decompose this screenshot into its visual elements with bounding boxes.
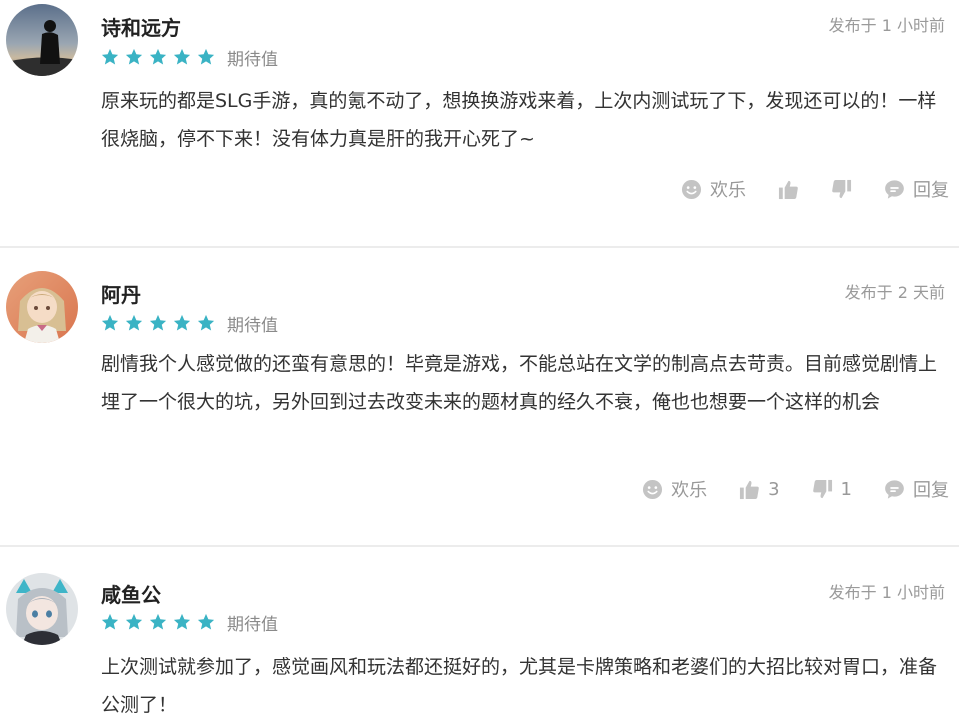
- star-icon: [101, 48, 119, 66]
- star-icon: [125, 314, 143, 332]
- comment-icon: [884, 179, 905, 200]
- star-icon: [197, 48, 215, 66]
- dislike-button[interactable]: 1: [812, 479, 852, 500]
- anime-cat-ear-avatar-icon: [6, 573, 78, 645]
- star-icon: [101, 613, 119, 631]
- star-icon: [149, 48, 167, 66]
- happy-label: 欢乐: [671, 480, 708, 501]
- review-item: 诗和远方 发布于 1 小时前 期待值 原来玩的都是SLG手游，真的氪不动了，想换…: [0, 0, 959, 246]
- thumbs-down-icon: [812, 479, 833, 500]
- star-icon: [197, 613, 215, 631]
- review-text: 剧情我个人感觉做的还蛮有意思的！毕竟是游戏，不能总站在文学的制高点去苛责。目前感…: [101, 353, 938, 413]
- reply-button[interactable]: 回复: [884, 176, 949, 202]
- star-rating: [101, 48, 215, 66]
- rating-row: 期待值: [101, 611, 278, 635]
- star-icon: [125, 613, 143, 631]
- star-rating: [101, 613, 215, 631]
- like-button[interactable]: [778, 179, 799, 200]
- reply-label: 回复: [913, 180, 949, 201]
- thumbs-up-icon: [739, 479, 760, 500]
- dislike-count: 1: [840, 478, 852, 500]
- username[interactable]: 阿丹: [101, 282, 141, 308]
- rating-label: 期待值: [227, 315, 278, 336]
- rating-label: 期待值: [227, 49, 278, 70]
- silhouette-sunset-avatar-icon: [6, 4, 78, 76]
- star-rating: [101, 314, 215, 332]
- post-time: 发布于 2 天前: [844, 283, 945, 302]
- happy-button[interactable]: 欢乐: [681, 176, 746, 202]
- post-time: 发布于 1 小时前: [828, 583, 945, 602]
- thumbs-down-icon: [831, 179, 852, 200]
- reply-button[interactable]: 回复: [884, 476, 949, 502]
- user-avatar[interactable]: [6, 271, 78, 343]
- user-avatar[interactable]: [6, 573, 78, 645]
- review-actions: 欢乐 3 1 回复: [642, 477, 949, 501]
- rating-label: 期待值: [227, 614, 278, 635]
- smile-icon: [681, 179, 702, 200]
- star-icon: [173, 613, 191, 631]
- star-icon: [125, 48, 143, 66]
- review-text: 上次测试就参加了，感觉画风和玩法都还挺好的，尤其是卡牌策略和老婆们的大招比较对胃…: [101, 656, 938, 716]
- rating-row: 期待值: [101, 312, 278, 336]
- star-icon: [149, 314, 167, 332]
- happy-button[interactable]: 欢乐: [642, 476, 707, 502]
- star-icon: [197, 314, 215, 332]
- thumbs-up-icon: [778, 179, 799, 200]
- comment-icon: [884, 479, 905, 500]
- happy-label: 欢乐: [710, 180, 746, 201]
- reply-label: 回复: [913, 480, 949, 501]
- like-count: 3: [768, 478, 780, 500]
- rating-row: 期待值: [101, 46, 278, 70]
- like-button[interactable]: 3: [739, 478, 780, 500]
- dislike-button[interactable]: [831, 179, 852, 200]
- smile-icon: [642, 479, 663, 500]
- star-icon: [101, 314, 119, 332]
- star-icon: [173, 314, 191, 332]
- post-time: 发布于 1 小时前: [828, 16, 945, 35]
- review-actions: 欢乐 回复: [681, 177, 949, 201]
- username[interactable]: 诗和远方: [101, 15, 181, 41]
- review-text: 原来玩的都是SLG手游，真的氪不动了，想换换游戏来着，上次内测试玩了下，发现还可…: [101, 90, 937, 150]
- review-item: 咸鱼公 发布于 1 小时前 期待值 上次测试就参加了，感觉画风和玩法都还挺好的，…: [0, 547, 959, 719]
- user-avatar[interactable]: [6, 4, 78, 76]
- star-icon: [173, 48, 191, 66]
- anime-girl-avatar-icon: [6, 271, 78, 343]
- review-item: 阿丹 发布于 2 天前 期待值 剧情我个人感觉做的还蛮有意思的！毕竟是游戏，不能…: [0, 248, 959, 545]
- star-icon: [149, 613, 167, 631]
- username[interactable]: 咸鱼公: [101, 582, 161, 608]
